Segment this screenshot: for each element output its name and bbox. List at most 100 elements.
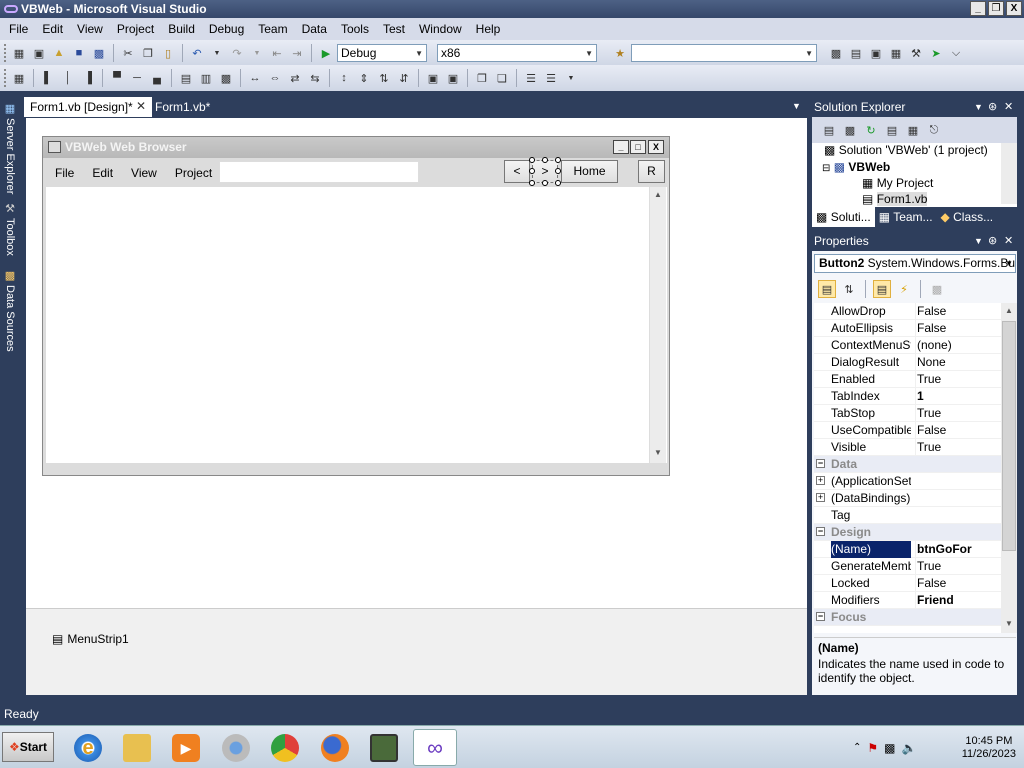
menu-help[interactable]: Help bbox=[469, 22, 508, 36]
object-browser-icon[interactable]: ▣ bbox=[867, 44, 885, 62]
project-node[interactable]: ⊟ ▩ VBWeb bbox=[822, 160, 890, 174]
property-row-visible[interactable]: Visible True bbox=[814, 439, 1002, 456]
find-combo[interactable]: ▼ bbox=[631, 44, 817, 62]
make-same-width-icon[interactable]: ▤ bbox=[177, 69, 195, 87]
property-value[interactable]: False bbox=[915, 303, 1001, 320]
close-pane-icon[interactable]: ✕ bbox=[1004, 97, 1013, 117]
center-vertically-icon[interactable]: ▣ bbox=[444, 69, 462, 87]
form-menu-file[interactable]: File bbox=[46, 166, 83, 180]
redo-dropdown-icon[interactable]: ▼ bbox=[248, 44, 266, 62]
find-in-files-icon[interactable]: ★ bbox=[611, 44, 629, 62]
view-designer-icon[interactable]: ▦ bbox=[904, 121, 922, 139]
toolbar-options-icon[interactable]: ☰ bbox=[542, 69, 560, 87]
tab-class-view[interactable]: ◆ Class... bbox=[937, 207, 998, 227]
form-menu-project[interactable]: Project bbox=[166, 166, 221, 180]
start-debugging-icon[interactable]: ▶ bbox=[317, 44, 335, 62]
menustrip-component[interactable]: ▤ MenuStrip1 bbox=[52, 632, 129, 646]
menu-window[interactable]: Window bbox=[412, 22, 469, 36]
align-middles-icon[interactable]: ─ bbox=[128, 69, 146, 87]
view-class-diagram-icon[interactable]: ⎋ bbox=[925, 121, 943, 139]
network-icon[interactable]: ▩ bbox=[884, 741, 895, 755]
my-project-node[interactable]: ▦ My Project bbox=[862, 176, 933, 190]
undo-icon[interactable]: ↶ bbox=[188, 44, 206, 62]
property-value[interactable]: 1 bbox=[915, 388, 1001, 405]
object-selector-dropdown[interactable]: Button2 System.Windows.Forms.But ▼ bbox=[814, 254, 1016, 273]
paste-icon[interactable]: ▯ bbox=[159, 44, 177, 62]
decrease-horizontal-spacing-icon[interactable]: ⇄ bbox=[286, 69, 304, 87]
menu-file[interactable]: File bbox=[2, 22, 35, 36]
selection-handle[interactable] bbox=[529, 168, 535, 174]
expand-icon[interactable]: + bbox=[816, 476, 825, 485]
copy-icon[interactable]: ❐ bbox=[139, 44, 157, 62]
remove-vertical-spacing-icon[interactable]: ⇵ bbox=[395, 69, 413, 87]
designed-form[interactable]: VBWeb Web Browser _ □ X File Edit View P… bbox=[42, 136, 670, 476]
property-row-locked[interactable]: Locked False bbox=[814, 575, 1002, 592]
start-page-icon[interactable]: ➤ bbox=[927, 44, 945, 62]
form-menu-edit[interactable]: Edit bbox=[83, 166, 122, 180]
properties-icon[interactable]: ▤ bbox=[873, 280, 891, 298]
file-explorer-taskbar-button[interactable] bbox=[115, 729, 159, 766]
solution-node[interactable]: ▩ Solution 'VBWeb' (1 project) bbox=[824, 143, 988, 157]
volume-icon[interactable]: 🔈 bbox=[902, 741, 917, 755]
property-grid-scrollbar[interactable]: ▲ ▼ bbox=[1001, 303, 1017, 633]
bring-to-front-icon[interactable]: ❐ bbox=[473, 69, 491, 87]
properties-window-icon[interactable]: ▤ bbox=[847, 44, 865, 62]
category-focus[interactable]: − Focus bbox=[814, 609, 1002, 626]
property-value[interactable]: True bbox=[915, 558, 1001, 575]
increase-vertical-spacing-icon[interactable]: ⇕ bbox=[355, 69, 373, 87]
toolbar-grip[interactable] bbox=[4, 44, 8, 62]
solution-platform-dropdown[interactable]: x86 ▼ bbox=[437, 44, 597, 62]
menu-build[interactable]: Build bbox=[161, 22, 202, 36]
refresh-button[interactable]: R bbox=[638, 160, 665, 183]
property-value[interactable]: False bbox=[915, 422, 1001, 439]
solution-explorer-scrollbar[interactable] bbox=[1001, 143, 1017, 204]
show-hidden-icons-icon[interactable]: ⌃ bbox=[853, 742, 861, 753]
start-button[interactable]: ❖Start bbox=[2, 732, 54, 762]
property-row-applicationsetti[interactable]: + (ApplicationSetti bbox=[814, 473, 1002, 490]
align-bottoms-icon[interactable]: ▄ bbox=[148, 69, 166, 87]
property-value[interactable]: btnGoFor bbox=[915, 541, 1001, 558]
category-design[interactable]: − Design bbox=[814, 524, 1002, 541]
property-pages-icon[interactable]: ▩ bbox=[928, 280, 946, 298]
menu-edit[interactable]: Edit bbox=[35, 22, 70, 36]
server-explorer-tab[interactable]: ▦ Server Explorer bbox=[1, 100, 19, 194]
collapse-icon[interactable]: − bbox=[816, 527, 825, 536]
redo-icon[interactable]: ↷ bbox=[228, 44, 246, 62]
property-value[interactable]: Friend bbox=[915, 592, 1001, 609]
selection-handle[interactable] bbox=[529, 180, 535, 186]
property-row-enabled[interactable]: Enabled True bbox=[814, 371, 1002, 388]
property-value[interactable]: (none) bbox=[915, 337, 1001, 354]
clock[interactable]: 10:45 PM 11/26/2023 bbox=[962, 735, 1016, 761]
menu-project[interactable]: Project bbox=[110, 22, 161, 36]
property-row-generatemembe[interactable]: GenerateMembe True bbox=[814, 558, 1002, 575]
selection-handle[interactable] bbox=[542, 180, 548, 186]
property-value[interactable]: True bbox=[915, 371, 1001, 388]
scroll-up-icon[interactable]: ▲ bbox=[650, 187, 666, 203]
data-sources-tab[interactable]: ▩ Data Sources bbox=[1, 267, 19, 352]
toolbar-grip[interactable] bbox=[4, 69, 8, 87]
chrome-alt-taskbar-button[interactable] bbox=[214, 729, 258, 766]
alphabetical-icon[interactable]: ⇅ bbox=[840, 280, 858, 298]
property-row-usecompatiblete[interactable]: UseCompatibleTe False bbox=[814, 422, 1002, 439]
property-value[interactable]: None bbox=[915, 354, 1001, 371]
toolbox-icon[interactable]: ▦ bbox=[887, 44, 905, 62]
tab-form1-design[interactable]: Form1.vb [Design]* bbox=[24, 97, 152, 117]
refresh-icon[interactable]: ↻ bbox=[862, 121, 880, 139]
center-horizontally-icon[interactable]: ▣ bbox=[424, 69, 442, 87]
collapse-icon[interactable]: ⊟ bbox=[822, 163, 830, 174]
property-row-dialogresult[interactable]: DialogResult None bbox=[814, 354, 1002, 371]
auto-hide-pin-icon[interactable]: ⊛ bbox=[988, 231, 997, 251]
align-tops-icon[interactable]: ▀ bbox=[108, 69, 126, 87]
new-project-icon[interactable]: ▦ bbox=[10, 44, 28, 62]
navigate-back-icon[interactable]: ⇤ bbox=[268, 44, 286, 62]
send-to-back-icon[interactable]: ❏ bbox=[493, 69, 511, 87]
visual-studio-taskbar-button[interactable]: ∞ bbox=[413, 729, 457, 766]
menu-debug[interactable]: Debug bbox=[202, 22, 251, 36]
property-row-allowdrop[interactable]: AllowDrop False bbox=[814, 303, 1002, 320]
collapse-icon[interactable]: − bbox=[816, 459, 825, 468]
tools-icon[interactable]: ⚒ bbox=[907, 44, 925, 62]
chevron-down-icon[interactable]: ▼ bbox=[562, 69, 580, 87]
tab-team-explorer[interactable]: ▦ Team... bbox=[875, 207, 937, 227]
window-position-icon[interactable]: ▼ bbox=[974, 97, 983, 117]
close-pane-icon[interactable]: ✕ bbox=[1004, 231, 1013, 251]
